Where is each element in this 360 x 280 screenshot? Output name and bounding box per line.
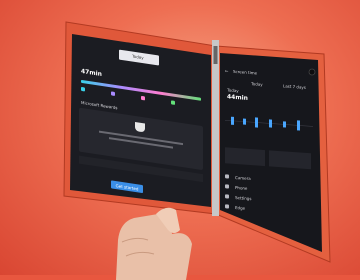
app-list: Camera Phone Settings Edge <box>225 171 313 217</box>
stats-card-left <box>225 147 265 167</box>
stats-card-right <box>269 150 311 170</box>
today-value: 44min <box>227 93 248 102</box>
hinge <box>212 40 219 216</box>
hinge-detail <box>213 46 218 64</box>
screen-time-title: Screen time <box>233 68 258 76</box>
trophy-icon <box>135 121 145 133</box>
today-label[interactable]: Today <box>251 81 263 87</box>
get-started-button[interactable]: Get started <box>111 180 143 194</box>
back-arrow-icon[interactable]: ← <box>225 68 228 73</box>
right-screen: ← Screen time Today Last 7 days Today 44… <box>221 55 317 252</box>
left-screen: Today 47min Microsoft Rewards Get starte… <box>75 37 209 225</box>
top-tab[interactable]: Today <box>119 49 159 66</box>
hand <box>116 207 192 280</box>
today-caption: Today <box>227 87 239 94</box>
period-label[interactable]: Last 7 days <box>283 83 306 90</box>
usage-value: 47min <box>81 67 102 79</box>
usage-timeline-chart <box>225 116 313 131</box>
get-started-label: Get started <box>115 182 139 191</box>
